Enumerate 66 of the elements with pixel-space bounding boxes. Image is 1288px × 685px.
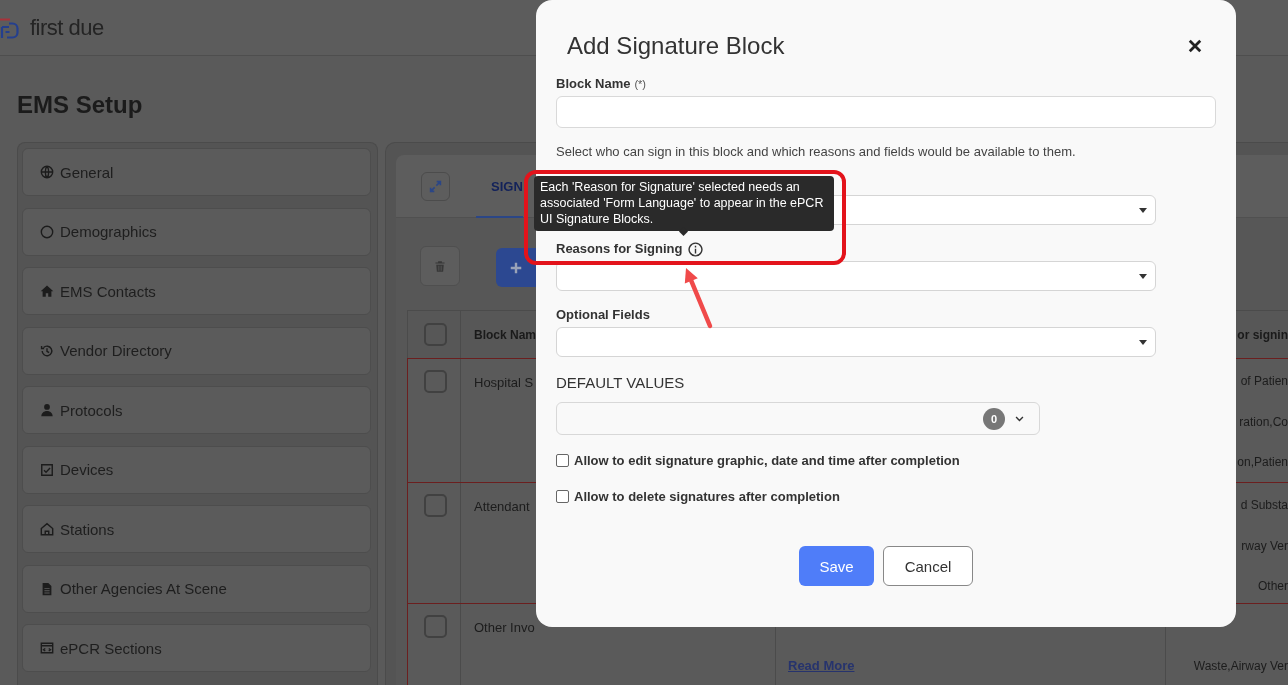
sidebar-item[interactable]: EMS Contacts <box>22 267 371 315</box>
close-icon <box>1188 39 1202 53</box>
globe-icon <box>40 165 54 179</box>
document-icon <box>40 581 54 596</box>
checkbox[interactable] <box>424 615 447 638</box>
count-badge: 0 <box>983 407 1005 430</box>
table-cell: Waste,Airway Ver <box>1193 658 1288 674</box>
select-field[interactable] <box>556 327 1156 357</box>
logo-icon <box>0 17 20 40</box>
select-field[interactable] <box>556 261 1156 291</box>
checkbox[interactable] <box>424 494 447 517</box>
sidebar-item[interactable]: General <box>22 148 371 196</box>
table-cell: on,Patien <box>1237 454 1288 470</box>
history-icon <box>40 343 54 358</box>
delete-button[interactable] <box>420 246 460 286</box>
field-label: Block Name <box>556 76 631 92</box>
field-label: Reasons for Signing <box>556 241 683 257</box>
tooltip: Each 'Reason for Signature' selected needs an associated 'Form Language' to appear in the ePCR UI Signature Blocks. <box>534 176 834 231</box>
field-label: Optional Fields <box>556 307 650 323</box>
info-icon[interactable] <box>688 241 704 257</box>
table-cell: Other <box>1258 578 1288 594</box>
trash-icon <box>434 259 446 273</box>
sidebar-item[interactable]: Vendor Directory <box>22 326 371 375</box>
user-icon <box>40 403 54 417</box>
expand-button[interactable] <box>421 171 450 201</box>
sidebar-item[interactable]: Demographics <box>22 207 371 256</box>
sidebar-item[interactable]: Devices <box>22 445 371 494</box>
chevron-down-icon <box>1015 415 1024 422</box>
checkbox[interactable] <box>556 453 569 467</box>
table-cell: of Patien <box>1240 373 1288 389</box>
close-button[interactable] <box>1188 39 1202 53</box>
column-header: Block Nam <box>474 327 537 342</box>
column-header: or signin <box>1237 327 1288 342</box>
sidebar-item[interactable]: ePCR Sections <box>22 624 371 672</box>
sidebar-item[interactable]: Other Agencies At Scene <box>22 564 371 613</box>
required-mark: (*) <box>634 77 647 92</box>
secondary-button[interactable]: Cancel <box>883 546 973 586</box>
text-input[interactable] <box>556 96 1216 128</box>
plus-icon <box>510 261 522 274</box>
table-cell: Attendant <box>474 499 530 514</box>
multi-select-field[interactable]: 0 <box>556 402 1040 435</box>
caret-icon <box>1139 273 1147 279</box>
table-cell: Hospital S <box>474 375 534 390</box>
page-title: EMS Setup <box>17 91 143 119</box>
checkbox-label: Allow to edit signature graphic, date and time after completion <box>574 452 960 468</box>
checkbox-label: Allow to delete signatures after completion <box>574 488 840 504</box>
section-heading: DEFAULT VALUES <box>556 374 686 392</box>
house-icon <box>40 522 54 536</box>
checkbox[interactable] <box>424 370 447 393</box>
add-button[interactable] <box>496 248 536 287</box>
home-icon <box>40 284 54 298</box>
table-cell: Other Invo <box>474 620 535 635</box>
help-text: Select who can sign in this block and which reasons and fields would be available to them. <box>556 144 1077 160</box>
sidebar-item[interactable]: Protocols <box>22 386 371 434</box>
expand-icon <box>429 179 442 193</box>
dialog-title: Add Signature Block <box>567 32 785 60</box>
table-cell: ration,Co <box>1239 413 1288 430</box>
tab[interactable]: SIGN <box>476 154 523 218</box>
caret-icon <box>1139 339 1147 345</box>
primary-button[interactable]: Save <box>799 546 874 586</box>
logo-text: first due <box>30 14 104 41</box>
checkbox[interactable] <box>556 489 569 503</box>
window-icon <box>40 641 54 655</box>
caret-icon <box>1139 207 1147 213</box>
sidebar-item[interactable]: Stations <box>22 505 371 553</box>
table-cell: rway Ver <box>1241 537 1288 554</box>
